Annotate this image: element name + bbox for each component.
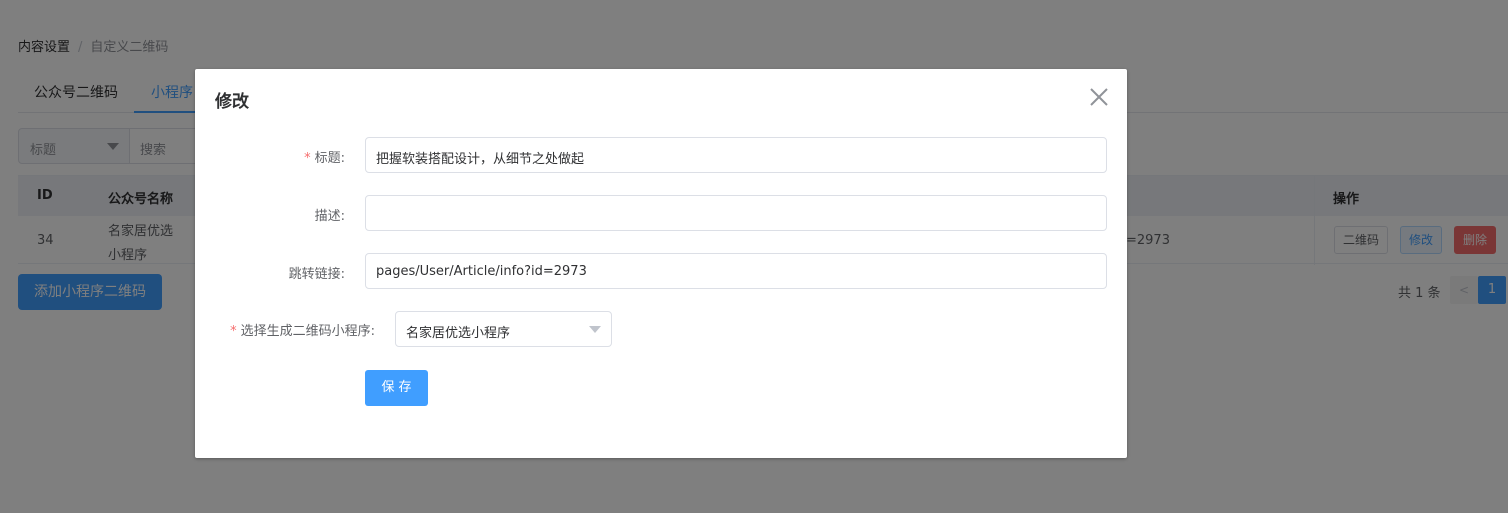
link-input-value: pages/User/Article/info?id=2973 — [376, 264, 587, 279]
close-icon[interactable] — [1088, 86, 1110, 108]
link-input[interactable]: pages/User/Article/info?id=2973 — [365, 253, 1107, 289]
miniprogram-select[interactable]: 名家居优选小程序 — [395, 311, 612, 347]
description-input[interactable] — [365, 195, 1107, 231]
title-label-text: 标题: — [314, 151, 345, 166]
chevron-down-icon — [589, 326, 601, 333]
required-mark: * — [230, 324, 237, 339]
title-label: * 标题: — [304, 147, 345, 166]
save-button[interactable]: 保存 — [365, 370, 428, 406]
miniprogram-select-value: 名家居优选小程序 — [406, 326, 511, 341]
link-label: 跳转链接: — [288, 267, 345, 282]
dialog-title: 修改 — [215, 92, 249, 112]
miniprogram-label-text: 选择生成二维码小程序: — [240, 324, 375, 339]
required-mark: * — [304, 151, 311, 166]
miniprogram-label: * 选择生成二维码小程序: — [230, 320, 375, 339]
title-input-value: 把握软装搭配设计，从细节之处做起 — [376, 152, 585, 167]
description-label: 描述: — [314, 209, 345, 224]
edit-dialog: 修改 * 标题: 把握软装搭配设计，从细节之处做起 描述: 跳转链接: pages… — [195, 69, 1127, 458]
title-input[interactable]: 把握软装搭配设计，从细节之处做起 — [365, 137, 1107, 173]
